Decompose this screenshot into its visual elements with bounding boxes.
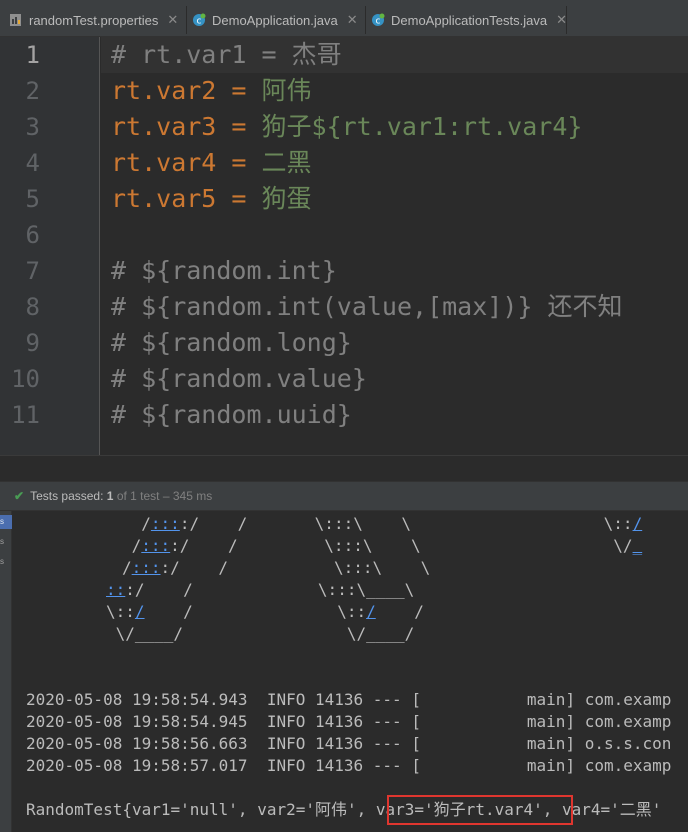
property-key: rt.var5 = [111,184,262,213]
tab-randomtest-properties[interactable]: randomTest.properties ✕ [9,6,182,34]
tab-separator [566,6,567,34]
side-tab[interactable]: s [0,555,12,569]
log-line: 2020-05-08 19:58:54.943 INFO 14136 --- [… [26,690,672,709]
code-line[interactable]: rt.var3 = 狗子${rt.var1:rt.var4} [111,109,582,145]
code-line[interactable]: rt.var4 = 二黑 [111,145,312,181]
status-prefix: Tests passed: [30,489,104,503]
property-value: 二黑 [261,148,312,177]
line-number: 1 [25,41,40,69]
line-number: 4 [25,149,40,177]
property-value: 狗子${rt.var1:rt.var4} [261,112,583,141]
run-side-toolbar: s s s [0,511,12,832]
editor-tab-bar: randomTest.properties ✕ c DemoApplicatio… [0,0,688,37]
code-line[interactable]: # ${random.uuid} [111,397,352,433]
code-line[interactable]: # ${random.int} [111,253,337,289]
close-icon[interactable]: ✕ [167,12,178,28]
code-line[interactable]: # ${random.value} [111,361,367,397]
property-value: 阿伟 [261,76,312,105]
log-line: 2020-05-08 19:58:56.663 INFO 14136 --- [… [26,734,672,753]
tab-demoapplication-java[interactable]: c DemoApplication.java ✕ [192,6,363,34]
check-icon: ✔ [14,489,25,503]
line-number: 10 [11,365,40,393]
java-test-class-icon: c [372,13,385,27]
line-number: 8 [25,293,40,321]
tab-separator [186,6,187,34]
code-line[interactable]: rt.var2 = 阿伟 [111,73,312,109]
log-line: 2020-05-08 19:58:54.945 INFO 14136 --- [… [26,712,672,731]
banner-line: /::::/ / \:::\ \ \/_ [122,536,643,555]
line-number: 7 [25,257,40,285]
svg-text:c: c [197,17,202,27]
status-detail: of 1 test – 345 ms [116,489,213,503]
banner-line: \::/ / \::/ / [106,602,424,621]
side-tab[interactable]: s [0,515,12,529]
properties-file-icon [10,14,21,26]
comment-text: # ${random.value} [111,364,367,393]
line-number-gutter[interactable]: 1 2 3 4 5 6 7 8 9 10 11 [0,37,100,455]
line-number: 2 [25,77,40,105]
side-tab[interactable]: s [0,535,12,549]
property-key: rt.var3 = [111,112,262,141]
banner-line: /::::/ / \:::\ \ \::/ [122,514,643,533]
comment-text: # ${random.int(value,[max])} 还不知 [111,292,623,321]
highlight-box [387,795,573,825]
passed-count: 1 [106,489,114,503]
banner-line: \/____/ \/____/ [106,624,415,643]
tab-demoapplicationtests-java[interactable]: c DemoApplicationTests.java ✕ [371,6,567,34]
log-line: 2020-05-08 19:58:57.017 INFO 14136 --- [… [26,756,672,775]
comment-text: # ${random.long} [111,328,352,357]
banner-line: :::/ / \:::\____\ [106,580,415,599]
code-line[interactable]: # ${random.long} [111,325,352,361]
code-line[interactable]: # ${random.int(value,[max])} 还不知 [111,289,623,325]
line-number: 9 [25,329,40,357]
panel-splitter[interactable] [0,455,688,481]
code-editor[interactable]: 1 2 3 4 5 6 7 8 9 10 11 # rt.var1 = 杰哥 r… [0,37,688,455]
console-output[interactable]: /::::/ / \:::\ \ \::/ /::::/ / \:::\ \ \… [13,511,688,832]
line-number: 11 [11,401,40,429]
tab-separator [365,6,366,34]
tab-label: DemoApplicationTests.java [391,12,548,28]
tab-label: DemoApplication.java [212,12,338,28]
comment-text: # rt.var1 = 杰哥 [111,40,342,69]
line-number: 3 [25,113,40,141]
comment-text: # ${random.int} [111,256,337,285]
code-line[interactable]: rt.var5 = 狗蛋 [111,181,312,217]
line-number: 6 [25,221,40,249]
java-class-icon: c [193,13,206,27]
property-key: rt.var4 = [111,148,262,177]
line-number: 5 [25,185,40,213]
banner-line: /::::/ / \:::\ \ [122,558,431,577]
property-value: 狗蛋 [261,184,312,213]
tab-label: randomTest.properties [29,12,159,28]
code-line[interactable]: # rt.var1 = 杰哥 [111,37,342,73]
comment-text: # ${random.uuid} [111,400,352,429]
property-key: rt.var2 = [111,76,262,105]
svg-text:c: c [376,17,381,27]
close-icon[interactable]: ✕ [347,12,358,28]
test-status-bar: ✔ Tests passed: 1 of 1 test – 345 ms [0,481,688,511]
